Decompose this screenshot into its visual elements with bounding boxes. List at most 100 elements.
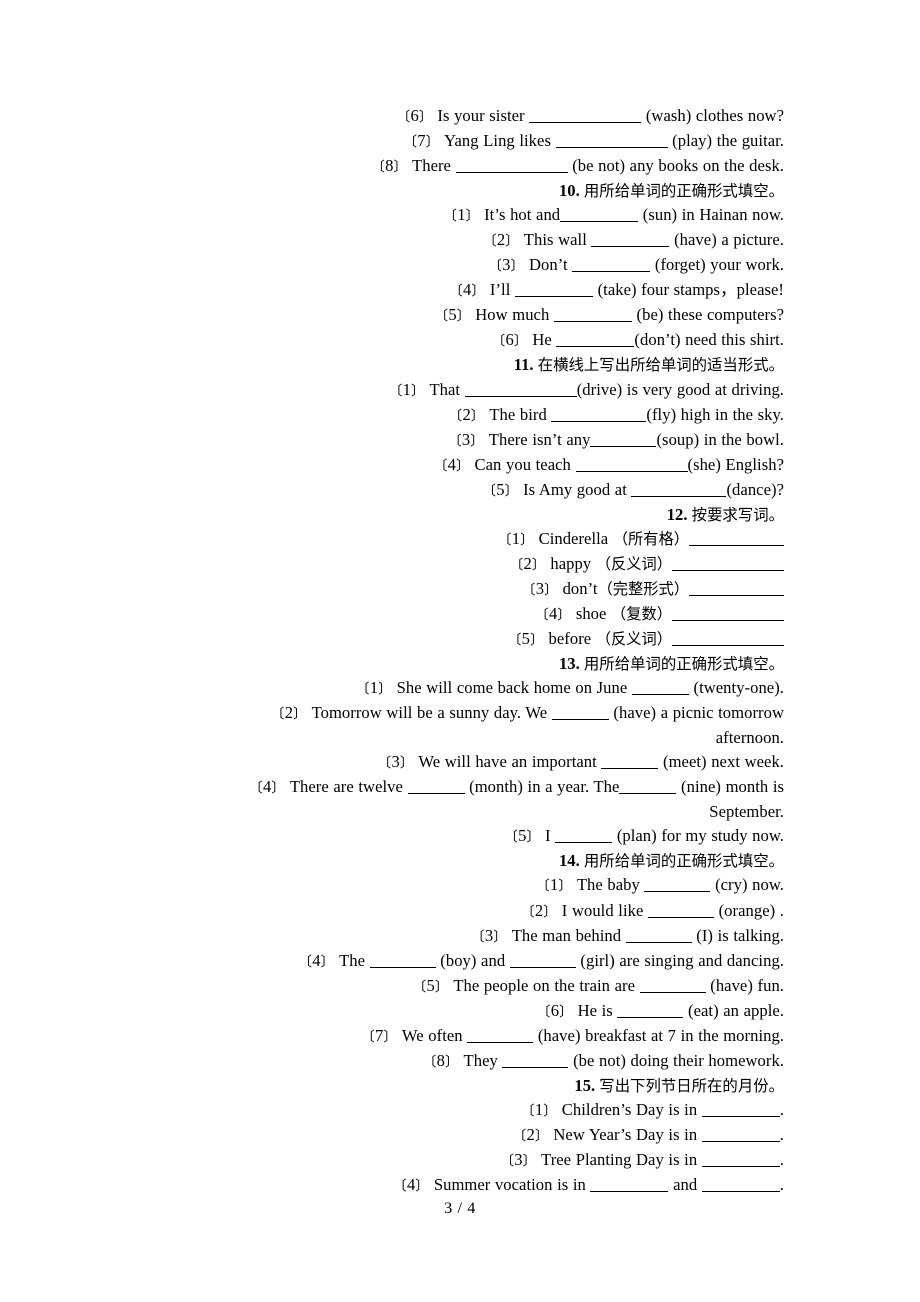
item-text-post: (have) fun. xyxy=(710,975,784,995)
answer-blank[interactable] xyxy=(672,557,784,571)
answer-blank[interactable] xyxy=(560,208,639,223)
item-text-pre: The baby xyxy=(576,875,640,895)
item-text-post: (eat) an apple. xyxy=(688,1000,784,1020)
exercise-line: 〔3〕 The man behind (I) is talking. xyxy=(137,924,784,949)
answer-blank[interactable] xyxy=(689,582,784,596)
item-number: 4 xyxy=(312,950,321,970)
item-text-post: (fly) high in the sky. xyxy=(646,404,784,424)
item-bracket: 〕 xyxy=(418,109,433,125)
answer-blank[interactable] xyxy=(689,532,784,546)
answer-blank[interactable] xyxy=(601,755,659,770)
exercise-line: 〔7〕 Yang Ling likes (play) the guitar. xyxy=(137,129,784,154)
exercise-continuation: afternoon. xyxy=(137,726,784,750)
item-number: 2 xyxy=(284,703,294,723)
answer-blank[interactable] xyxy=(467,1029,534,1043)
exercise-line: 〔1〕 She will come back home on June (twe… xyxy=(137,676,784,701)
item-instruction: （完整形式） xyxy=(597,579,689,598)
item-number: 5 xyxy=(521,628,530,648)
answer-blank[interactable] xyxy=(575,458,688,472)
item-text-pre: How much xyxy=(475,305,550,325)
item-bracket: 〕 xyxy=(434,978,449,995)
exercise-line: 〔1〕 Children’s Day is in . xyxy=(137,1098,784,1123)
answer-blank[interactable] xyxy=(369,954,436,968)
answer-blank[interactable] xyxy=(647,904,714,918)
answer-blank[interactable] xyxy=(551,408,647,422)
answer-blank[interactable] xyxy=(590,1178,669,1193)
answer-blank[interactable] xyxy=(619,780,677,795)
answer-blank[interactable] xyxy=(644,878,711,893)
answer-blank[interactable] xyxy=(555,829,613,844)
exercise-line: 〔2〕 The bird (fly) high in the sky. xyxy=(137,403,784,428)
answer-blank[interactable] xyxy=(553,308,632,323)
item-text-post: (be not) any books on the desk. xyxy=(572,156,784,176)
item-bracket: 〕 xyxy=(543,1102,558,1119)
item-bracket: 〕 xyxy=(415,1178,430,1195)
item-bracket: 〕 xyxy=(378,681,392,698)
answer-blank[interactable] xyxy=(625,929,692,943)
answer-blank[interactable] xyxy=(590,433,657,447)
answer-blank[interactable] xyxy=(701,1128,780,1142)
item-text-pre: It’s hot and xyxy=(484,205,561,225)
item-word: Cinderella xyxy=(538,528,609,548)
answer-blank[interactable] xyxy=(701,1178,780,1193)
answer-blank[interactable] xyxy=(502,1054,569,1068)
exercise-line: 〔4〕 Can you teach (she) English? xyxy=(137,453,784,478)
answer-blank[interactable] xyxy=(514,283,593,298)
item-text-post: . xyxy=(779,1149,784,1169)
item-bracket: 〕 xyxy=(559,1003,573,1020)
item-instruction: （反义词） xyxy=(595,554,672,573)
item-text-post: (plan) for my study now. xyxy=(616,826,784,846)
item-text-post: (sun) in Hainan now. xyxy=(642,205,784,225)
item-text-post: . xyxy=(779,1175,784,1195)
item-number: 3 xyxy=(502,255,511,275)
answer-blank[interactable] xyxy=(672,607,784,621)
item-text-post: (wash) clothes now? xyxy=(645,106,784,125)
answer-blank[interactable] xyxy=(556,333,635,348)
section-heading: 12. 按要求写词。 xyxy=(137,503,784,527)
item-number: 3 xyxy=(514,1149,523,1169)
section-heading: 11. 在横线上写出所给单词的适当形式。 xyxy=(137,353,784,377)
item-word: happy xyxy=(550,553,592,573)
answer-blank[interactable] xyxy=(551,706,609,721)
answer-blank[interactable] xyxy=(639,979,706,993)
section-number: 13. xyxy=(559,654,580,674)
answer-blank[interactable] xyxy=(572,258,651,273)
answer-blank[interactable] xyxy=(701,1103,780,1117)
item-word: don’t xyxy=(562,578,598,598)
item-bracket: 〔 xyxy=(412,978,427,995)
answer-blank[interactable] xyxy=(631,681,689,696)
exercise-line: 〔3〕 Don’t (forget) your work. xyxy=(137,253,784,278)
answer-blank[interactable] xyxy=(509,954,576,968)
item-number: 1 xyxy=(369,678,379,698)
answer-blank[interactable] xyxy=(455,159,568,174)
item-bracket: 〕 xyxy=(410,382,425,399)
item-bracket: 〕 xyxy=(504,482,519,499)
section-title: 用所给单词的正确形式填空。 xyxy=(583,655,784,674)
answer-blank[interactable] xyxy=(529,109,642,123)
answer-blank[interactable] xyxy=(672,632,784,646)
answer-blank[interactable] xyxy=(555,134,668,149)
item-text-pre: Yang Ling likes xyxy=(444,131,551,151)
item-text-post: . xyxy=(779,1124,784,1144)
answer-blank[interactable] xyxy=(617,1004,684,1018)
item-number: 5 xyxy=(496,479,505,499)
answer-blank[interactable] xyxy=(591,233,670,248)
answer-blank[interactable] xyxy=(407,780,465,795)
section-number: 11. xyxy=(513,355,534,375)
item-bracket: 〕 xyxy=(471,283,486,300)
item-bracket: 〕 xyxy=(493,928,508,945)
item-number: 1 xyxy=(457,205,466,225)
exercise-line: 〔4〕 shoe （复数） xyxy=(137,602,784,627)
answer-blank[interactable] xyxy=(701,1153,780,1167)
item-bracket: 〔 xyxy=(298,953,313,970)
item-bracket: 〕 xyxy=(456,457,470,474)
item-bracket: 〕 xyxy=(544,581,558,598)
answer-blank[interactable] xyxy=(631,483,727,497)
item-text-pre: Tomorrow will be a sunny day. We xyxy=(311,703,548,723)
item-bracket: 〕 xyxy=(531,556,546,573)
item-word: shoe xyxy=(575,603,607,623)
exercise-line: 〔6〕 He is (eat) an apple. xyxy=(137,999,784,1024)
item-bracket: 〕 xyxy=(470,407,485,424)
answer-blank[interactable] xyxy=(464,383,577,397)
item-bracket: 〕 xyxy=(505,233,520,250)
